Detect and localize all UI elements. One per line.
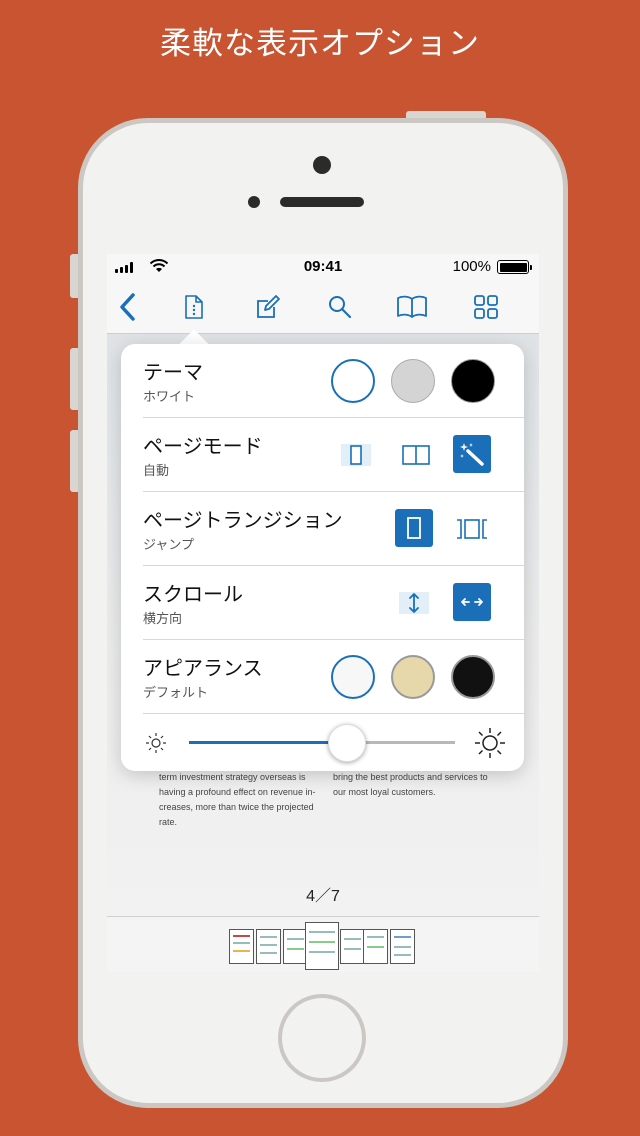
appearance-sepia-swatch[interactable] — [391, 655, 435, 699]
scroll-row: スクロール 横方向 — [143, 566, 524, 640]
page-thumbnail[interactable] — [363, 929, 388, 964]
brightness-high-icon — [475, 728, 505, 758]
theme-title: テーマ — [143, 360, 203, 384]
brightness-slider-knob[interactable] — [328, 724, 366, 762]
two-page-icon[interactable] — [399, 438, 433, 472]
page-thumbnail-current[interactable] — [305, 922, 339, 970]
page-text-right: bring the best products and services to … — [333, 772, 488, 797]
page-thumbnail[interactable] — [229, 929, 254, 964]
page-text-left: term investment strategy overseas is hav… — [159, 772, 316, 827]
battery-percent: 100% — [452, 258, 491, 275]
auto-wand-icon[interactable] — [453, 435, 491, 473]
page-thumbnail[interactable] — [390, 929, 415, 964]
status-bar: 09:41 100% — [107, 254, 539, 280]
page-counter: 4／7 — [306, 888, 340, 905]
slide-pages-icon[interactable] — [455, 512, 489, 546]
edit-pencil-icon[interactable] — [251, 290, 285, 324]
grid-icon[interactable] — [469, 290, 503, 324]
headline: 柔軟な表示オプション — [160, 26, 480, 62]
battery-icon — [497, 260, 532, 274]
page-thumbnail[interactable] — [256, 929, 281, 964]
appearance-default-swatch[interactable] — [331, 655, 375, 699]
front-camera — [313, 156, 331, 174]
thumbnail-strip — [107, 916, 539, 972]
page-transition-value: ジャンプ — [143, 538, 194, 553]
theme-value: ホワイト — [143, 390, 196, 405]
single-page-icon[interactable] — [339, 438, 373, 472]
appearance-row: アピアランス デフォルト — [143, 640, 524, 714]
theme-row: テーマ ホワイト — [143, 344, 524, 418]
proximity-sensor — [248, 196, 260, 208]
scroll-title: スクロール — [143, 582, 243, 606]
page-transition-title: ページトランジション — [143, 508, 343, 532]
appearance-value: デフォルト — [143, 686, 209, 701]
earpiece-speaker — [280, 197, 364, 207]
back-chevron-icon[interactable] — [111, 290, 145, 324]
appearance-title: アピアランス — [143, 656, 263, 680]
brightness-track-filled — [189, 741, 349, 744]
page-thumbnail[interactable] — [340, 929, 365, 964]
horizontal-scroll-icon[interactable] — [453, 583, 491, 621]
page-transition-row: ページトランジション ジャンプ — [143, 492, 524, 566]
page-mode-value: 自動 — [143, 464, 170, 479]
view-options-popover: テーマ ホワイト ページモード 自動 ページトランジション ジャンプ スクロール… — [121, 344, 524, 771]
brightness-slider[interactable] — [121, 714, 524, 770]
search-icon[interactable] — [323, 290, 357, 324]
document-info-icon[interactable] — [177, 290, 211, 324]
jump-page-icon[interactable] — [395, 509, 433, 547]
page-mode-title: ページモード — [143, 434, 263, 458]
scroll-value: 横方向 — [143, 612, 183, 627]
theme-black-swatch[interactable] — [451, 359, 495, 403]
screen: 09:41 100% term investment strategy over… — [107, 254, 539, 972]
appearance-dark-swatch[interactable] — [451, 655, 495, 699]
book-icon[interactable] — [395, 290, 429, 324]
vertical-scroll-icon[interactable] — [397, 586, 431, 620]
home-button[interactable] — [278, 994, 366, 1082]
page-mode-row: ページモード 自動 — [143, 418, 524, 492]
brightness-low-icon — [146, 733, 166, 753]
toolbar — [107, 280, 539, 334]
theme-gray-swatch[interactable] — [391, 359, 435, 403]
theme-white-swatch[interactable] — [331, 359, 375, 403]
